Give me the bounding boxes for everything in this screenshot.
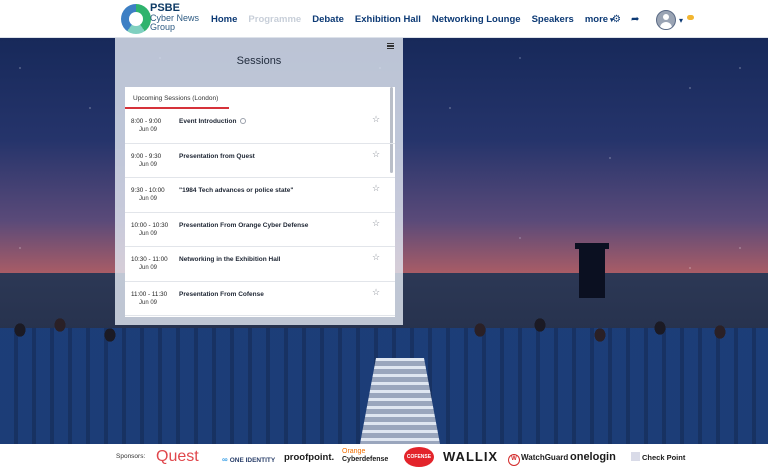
star-icon[interactable]: ☆ <box>372 183 380 194</box>
session-title[interactable]: Presentation from Quest <box>179 153 255 160</box>
session-title[interactable]: "1984 Tech advances or police state" <box>179 187 293 194</box>
menu-icon[interactable] <box>387 43 394 49</box>
session-date: Jun 09 <box>139 299 158 306</box>
star-icon[interactable]: ☆ <box>372 149 380 160</box>
top-navigation-bar: PSBE Cyber News Group Home Programme Deb… <box>0 0 768 38</box>
session-date: Jun 09 <box>139 196 158 202</box>
session-date: Jun 09 <box>139 161 158 168</box>
sponsors-bar: Sponsors: Quest ONE IDENTITY proofpoint.… <box>0 444 768 471</box>
logo-mark-icon <box>121 4 151 34</box>
session-row[interactable]: 9:00 - 9:30 Jun 09 Presentation from Que… <box>125 144 395 178</box>
psbe-logo[interactable]: PSBE Cyber News Group <box>121 2 201 36</box>
session-time: 10:00 - 10:30 <box>131 221 169 229</box>
session-title[interactable]: Event Introduction <box>179 118 247 125</box>
session-row[interactable]: 9:30 - 10:00 Jun 09 "1984 Tech advances … <box>125 178 395 213</box>
session-time: 11:00 - 11:30 <box>131 290 168 298</box>
sponsor-proofpoint-logo[interactable]: proofpoint. <box>284 452 334 463</box>
star-icon[interactable]: ☆ <box>372 218 380 229</box>
sponsors-label: Sponsors: <box>116 453 146 460</box>
session-date: Jun 09 <box>139 127 158 133</box>
session-date: Jun 09 <box>139 265 158 271</box>
session-time: 10:30 - 11:00 <box>131 256 168 263</box>
nav-programme[interactable]: Programme <box>248 14 301 25</box>
tab-upcoming-sessions[interactable]: Upcoming Sessions (London) <box>125 87 395 109</box>
nav-speakers[interactable]: Speakers <box>532 14 574 25</box>
session-row[interactable]: 10:30 - 11:00 Jun 09 Networking in the E… <box>125 247 395 282</box>
gear-icon[interactable]: ⚙ <box>612 15 622 25</box>
chevron-down-icon[interactable]: ▾ <box>679 16 683 25</box>
nav-debate[interactable]: Debate <box>312 14 344 25</box>
sponsor-cofense-logo[interactable]: COFENSE <box>404 447 434 467</box>
star-icon[interactable]: ☆ <box>372 114 380 125</box>
sessions-panel: Sessions Upcoming Sessions (London) 8:00… <box>115 38 403 325</box>
logo-line-3: Group <box>150 22 176 32</box>
session-time: 9:30 - 10:00 <box>131 187 165 194</box>
session-title[interactable]: Networking in the Exhibition Hall <box>179 256 280 263</box>
session-row[interactable]: 8:00 - 9:00 Jun 09 Event Introduction ☆ <box>125 109 395 144</box>
sessions-list: Upcoming Sessions (London) 8:00 - 9:00 J… <box>125 87 395 317</box>
sponsor-orange-logo[interactable]: Orange Cyberdefense <box>342 448 388 464</box>
session-time: 8:00 - 9:00 <box>131 118 162 125</box>
header-actions: ⚙ ➦ ▾ <box>612 10 695 30</box>
podium-image <box>575 243 609 298</box>
star-icon[interactable]: ☆ <box>372 252 380 263</box>
sessions-title: Sessions <box>236 55 282 67</box>
session-title[interactable]: Presentation From Cofense <box>179 291 264 298</box>
nav-exhibition-hall[interactable]: Exhibition Hall <box>355 14 421 25</box>
session-row[interactable]: 11:00 - 11:30 Jun 09 Presentation From C… <box>125 282 395 316</box>
sponsor-onelogin-logo[interactable]: onelogin <box>570 451 616 463</box>
sponsor-one-identity-logo[interactable]: ONE IDENTITY <box>222 455 276 464</box>
nav-home[interactable]: Home <box>211 14 237 25</box>
chat-icon[interactable] <box>687 14 695 20</box>
sponsor-check-point-logo[interactable]: Check Point <box>631 452 685 462</box>
sponsor-quest-logo[interactable]: Quest <box>156 448 199 466</box>
main-nav: Home Programme Debate Exhibition Hall Ne… <box>211 0 625 38</box>
session-date: Jun 09 <box>139 230 158 237</box>
info-icon[interactable] <box>240 118 247 124</box>
sponsor-wallix-logo[interactable]: WALLIX <box>443 449 498 464</box>
session-title[interactable]: Presentation From Orange Cyber Defense <box>179 222 308 229</box>
avatar[interactable] <box>656 10 676 30</box>
sponsor-watchguard-logo[interactable]: WatchGuard <box>508 453 568 466</box>
session-time: 9:00 - 9:30 <box>131 152 162 160</box>
star-icon[interactable]: ☆ <box>372 287 380 298</box>
share-icon[interactable]: ➦ <box>631 15 641 25</box>
nav-more-dropdown[interactable]: more <box>585 14 614 25</box>
session-row[interactable]: 10:00 - 10:30 Jun 09 Presentation From O… <box>125 213 395 247</box>
nav-networking-lounge[interactable]: Networking Lounge <box>432 14 521 25</box>
